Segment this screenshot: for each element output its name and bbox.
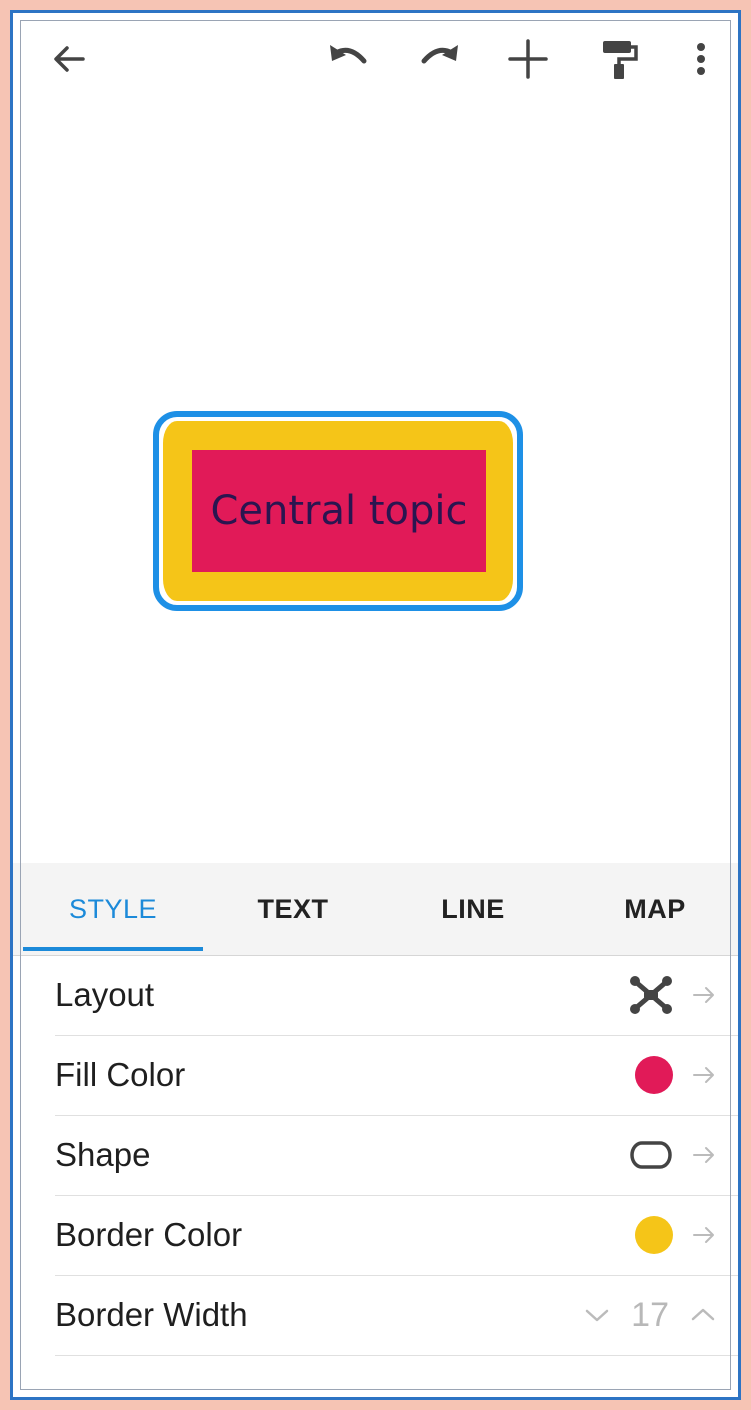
border-width-stepper: 17 [583,1296,717,1335]
topic-fill: Central topic [192,450,486,572]
central-topic-node[interactable]: Central topic [153,411,523,611]
tab-text[interactable]: TEXT [203,863,383,955]
more-vert-icon[interactable] [673,31,729,87]
redo-icon[interactable] [411,31,467,87]
border-width-label: Border Width [55,1296,248,1333]
chevron-right-arrow-icon [693,1067,714,1083]
shape-label: Shape [55,1136,151,1173]
border-color-row[interactable]: Border Color [55,1195,738,1276]
layout-icon [630,976,672,1014]
back-arrow-icon[interactable] [41,31,97,87]
chevron-right-arrow-icon [693,1147,714,1163]
layout-row[interactable]: Layout [55,955,738,1036]
border-width-value: 17 [631,1295,669,1334]
top-toolbar [13,13,738,103]
border-width-row: Border Width 17 [55,1275,738,1356]
chevron-right-arrow-icon [693,1227,714,1243]
app-window: Central topic STYLE TEXT LINE MAP Layout… [10,10,741,1400]
tab-style[interactable]: STYLE [23,863,203,955]
border-color-swatch [635,1216,673,1254]
layout-label: Layout [55,976,155,1013]
chevron-up-icon[interactable] [689,1305,717,1325]
chevron-right-arrow-icon [693,987,714,1003]
central-topic-label: Central topic [210,488,468,534]
fill-color-row[interactable]: Fill Color [55,1035,738,1116]
mindmap-canvas[interactable]: Central topic [13,103,738,863]
shape-row[interactable]: Shape [55,1115,738,1196]
undo-icon[interactable] [321,31,377,87]
fill-color-label: Fill Color [55,1056,186,1093]
plus-icon[interactable] [500,31,556,87]
chevron-down-icon[interactable] [583,1305,611,1325]
tab-line[interactable]: LINE [383,863,563,955]
tab-map[interactable]: MAP [565,863,738,955]
paint-roller-icon[interactable] [591,31,647,87]
rounded-shape-icon [630,1141,672,1169]
border-color-label: Border Color [55,1216,243,1253]
fill-color-swatch [635,1056,673,1094]
style-tabs: STYLE TEXT LINE MAP [13,863,738,956]
active-tab-indicator [23,947,203,951]
